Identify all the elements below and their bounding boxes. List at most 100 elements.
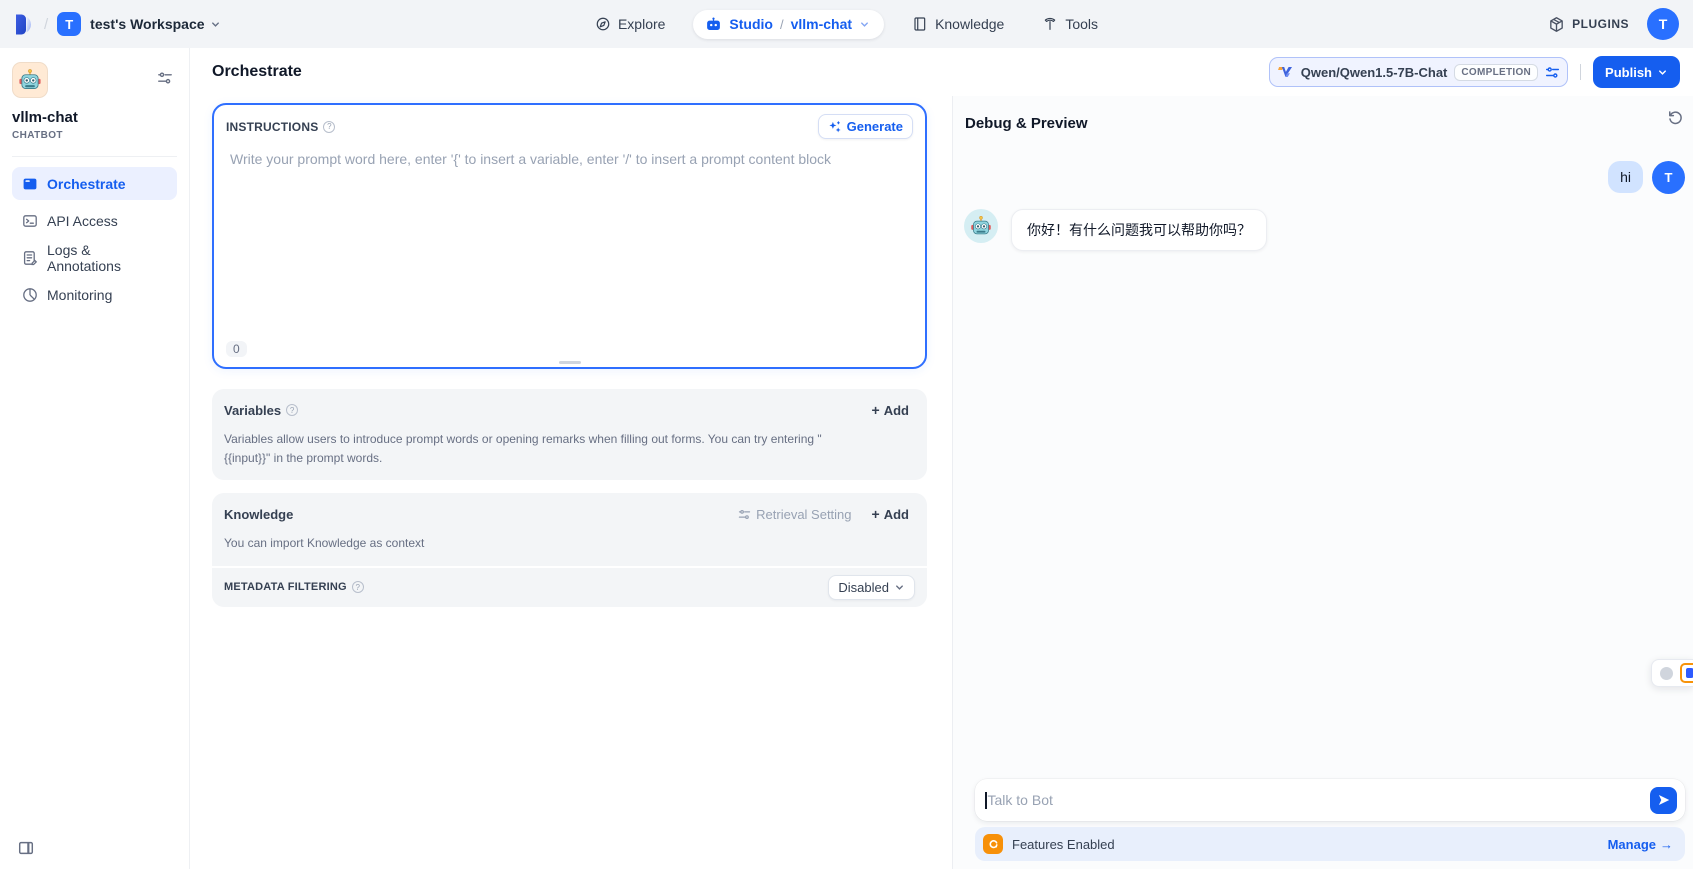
header-divider (1580, 64, 1581, 80)
app-name: vllm-chat (12, 109, 177, 126)
nav-tools[interactable]: Tools (1032, 10, 1108, 38)
app-icon[interactable] (12, 62, 48, 98)
nav-explore[interactable]: Explore (585, 10, 675, 38)
sidebar-item-logs-annotations[interactable]: Logs & Annotations (12, 241, 177, 274)
prompt-placeholder: Write your prompt word here, enter '{' t… (230, 151, 831, 167)
chat-area: hi T (953, 132, 1693, 779)
variables-section: Variables Add Variables allow users to i… (212, 389, 927, 480)
help-icon (352, 581, 364, 593)
metadata-filtering-row: METADATA FILTERING Disabled (212, 566, 927, 607)
chat-message-user: hi T (964, 161, 1685, 194)
sidebar-item-orchestrate[interactable]: Orchestrate (12, 167, 177, 200)
help-icon (323, 121, 335, 133)
variables-title: Variables (224, 403, 281, 418)
model-provider-icon (1277, 64, 1294, 81)
chevron-down-icon (894, 582, 905, 593)
retrieval-setting-button[interactable]: Retrieval Setting (738, 507, 851, 522)
chat-input-area: Talk to Bot Features Enabled (953, 779, 1693, 869)
nav-studio-label: Studio (729, 16, 773, 32)
app-settings-icon[interactable] (157, 70, 173, 86)
monitoring-pie-icon (22, 287, 38, 303)
bot-avatar (964, 209, 998, 243)
publish-button[interactable]: Publish (1593, 56, 1680, 88)
variables-description: Variables allow users to introduce promp… (212, 424, 852, 480)
chat-message-assistant: 你好！有什么问题我可以帮助你吗？ (964, 209, 1685, 251)
restart-conversation-icon[interactable] (1667, 109, 1684, 126)
chevron-down-icon (1657, 67, 1668, 78)
manage-features-link[interactable]: Manage (1608, 837, 1673, 852)
sidebar-divider (12, 156, 177, 157)
sparkles-icon (828, 120, 842, 134)
sidebar-item-monitoring[interactable]: Monitoring (12, 278, 177, 311)
collapse-sidebar-icon[interactable] (16, 839, 36, 857)
model-config-sliders-icon[interactable] (1545, 65, 1560, 80)
body: vllm-chat CHATBOT Orchestrate API Access… (0, 48, 1693, 869)
robot-emoji-icon (17, 67, 43, 93)
model-mode-badge: COMPLETION (1454, 64, 1538, 81)
user-avatar[interactable]: T (1647, 8, 1679, 40)
knowledge-title: Knowledge (224, 507, 293, 522)
workspace-switcher[interactable]: test's Workspace (90, 16, 220, 32)
debug-header: Debug & Preview (953, 96, 1693, 132)
char-count-badge: 0 (226, 341, 247, 357)
knowledge-description: You can import Knowledge as context (212, 528, 927, 566)
instructions-footer: 0 (214, 340, 925, 367)
page-header: Orchestrate Qwen/Qwen1.5-7B-Chat COMPLET… (190, 48, 1693, 96)
resize-handle[interactable] (559, 361, 581, 364)
features-label: Features Enabled (1012, 837, 1115, 852)
widget-app-icon[interactable] (1680, 663, 1693, 683)
add-variable-button[interactable]: Add (866, 398, 915, 422)
studio-current-app: vllm-chat (791, 16, 852, 32)
plugins-button[interactable]: PLUGINS (1548, 16, 1629, 33)
chat-input-placeholder: Talk to Bot (987, 792, 1651, 808)
user-message-bubble: hi (1608, 161, 1643, 193)
generate-button[interactable]: Generate (818, 114, 913, 139)
user-chat-avatar: T (1652, 161, 1685, 194)
variables-header: Variables Add (212, 389, 927, 424)
terminal-icon (22, 213, 38, 229)
metadata-filtering-title: METADATA FILTERING (224, 581, 347, 593)
add-knowledge-button[interactable]: Add (866, 502, 915, 526)
book-icon (912, 16, 928, 32)
knowledge-header: Knowledge Retrieval Setting Add (212, 493, 927, 528)
model-name: Qwen/Qwen1.5-7B-Chat (1301, 65, 1448, 80)
features-icon (983, 834, 1003, 854)
dify-logo[interactable] (14, 13, 35, 36)
send-icon (1657, 793, 1671, 807)
topbar-left: / T test's Workspace (14, 12, 354, 36)
retrieval-sliders-icon (738, 508, 751, 521)
hammer-icon (1042, 16, 1058, 32)
plus-icon (872, 506, 880, 522)
send-button[interactable] (1650, 787, 1677, 814)
workspace-avatar[interactable]: T (57, 12, 81, 36)
floating-widget[interactable] (1651, 659, 1693, 687)
app-sidebar: vllm-chat CHATBOT Orchestrate API Access… (0, 48, 190, 869)
chat-input[interactable]: Talk to Bot (975, 779, 1685, 821)
page-title: Orchestrate (212, 63, 302, 81)
debug-title: Debug & Preview (965, 115, 1088, 132)
app-type-label: CHATBOT (12, 130, 177, 141)
instructions-panel: INSTRUCTIONS Generate Write your prompt … (212, 103, 927, 369)
nav-studio[interactable]: Studio / vllm-chat (693, 10, 884, 39)
prompt-editor[interactable]: Write your prompt word here, enter '{' t… (214, 144, 925, 340)
instructions-header: INSTRUCTIONS Generate (214, 105, 925, 144)
app-window: / T test's Workspace Explore Studio / vl… (0, 0, 1693, 869)
studio-separator: / (780, 17, 784, 32)
debug-preview-panel: Debug & Preview hi T (952, 96, 1693, 869)
chevron-down-icon (210, 19, 221, 30)
assistant-message-bubble: 你好！有什么问题我可以帮助你吗？ (1011, 209, 1267, 251)
widget-dot-icon[interactable] (1660, 667, 1673, 680)
model-selector[interactable]: Qwen/Qwen1.5-7B-Chat COMPLETION (1269, 57, 1568, 87)
metadata-filtering-dropdown[interactable]: Disabled (828, 575, 915, 600)
main-area: Orchestrate Qwen/Qwen1.5-7B-Chat COMPLET… (190, 48, 1693, 869)
sidebar-item-api-access[interactable]: API Access (12, 204, 177, 237)
arrow-right-icon (1660, 837, 1673, 852)
features-bar: Features Enabled Manage (975, 827, 1685, 861)
header-actions: Qwen/Qwen1.5-7B-Chat COMPLETION Publish (1269, 56, 1680, 88)
nav-knowledge[interactable]: Knowledge (902, 10, 1014, 38)
logs-document-icon (22, 250, 38, 266)
help-icon (286, 404, 298, 416)
top-bar: / T test's Workspace Explore Studio / vl… (0, 0, 1693, 48)
topbar-right: PLUGINS T (1339, 8, 1679, 40)
plus-icon (872, 402, 880, 418)
